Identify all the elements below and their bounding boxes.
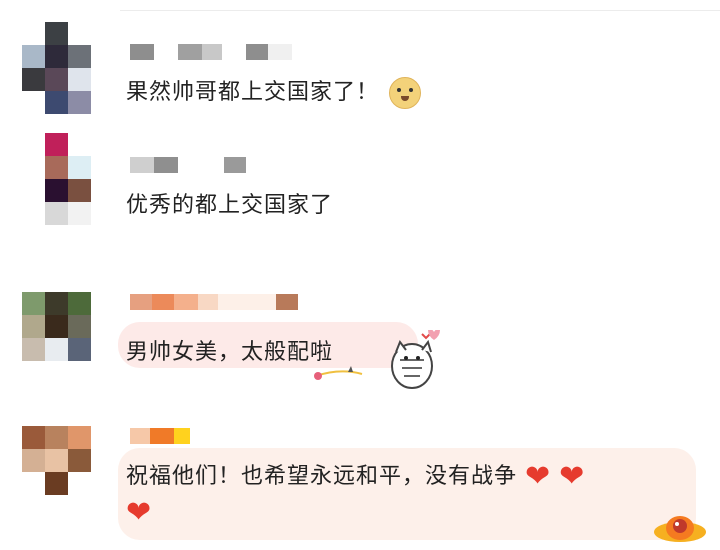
avatar[interactable]: [22, 22, 91, 114]
heart-icon: ❤: [525, 459, 552, 494]
comment-item[interactable]: 祝福他们！也希望永远和平，没有战争 ❤ ❤ ❤: [0, 410, 720, 547]
comment-text: 男帅女美，太般配啦: [126, 340, 334, 365]
comment-text: 果然帅哥都上交国家了！: [126, 74, 422, 109]
doge-icon: [389, 77, 422, 109]
cat-sticker: [310, 329, 440, 390]
username-masked[interactable]: [130, 157, 246, 173]
heart-icon: ❤: [126, 495, 153, 530]
comment-item[interactable]: 男帅女美，太般配啦: [0, 270, 720, 400]
comment-item[interactable]: 果然帅哥都上交国家了！: [0, 0, 720, 120]
fireball-sticker: [650, 506, 710, 546]
comment-item[interactable]: 优秀的都上交国家了: [0, 125, 720, 245]
username-masked[interactable]: [130, 428, 190, 444]
heart-icon: ❤: [559, 459, 586, 494]
username-masked[interactable]: [130, 294, 298, 310]
avatar[interactable]: [22, 292, 91, 361]
username-masked[interactable]: [130, 44, 292, 60]
comment-text: 祝福他们！也希望永远和平，没有战争 ❤ ❤: [126, 459, 586, 494]
comment-text-line2: ❤: [126, 498, 152, 528]
avatar[interactable]: [22, 133, 91, 225]
avatar[interactable]: [22, 426, 91, 495]
comment-text: 优秀的都上交国家了: [126, 193, 334, 218]
